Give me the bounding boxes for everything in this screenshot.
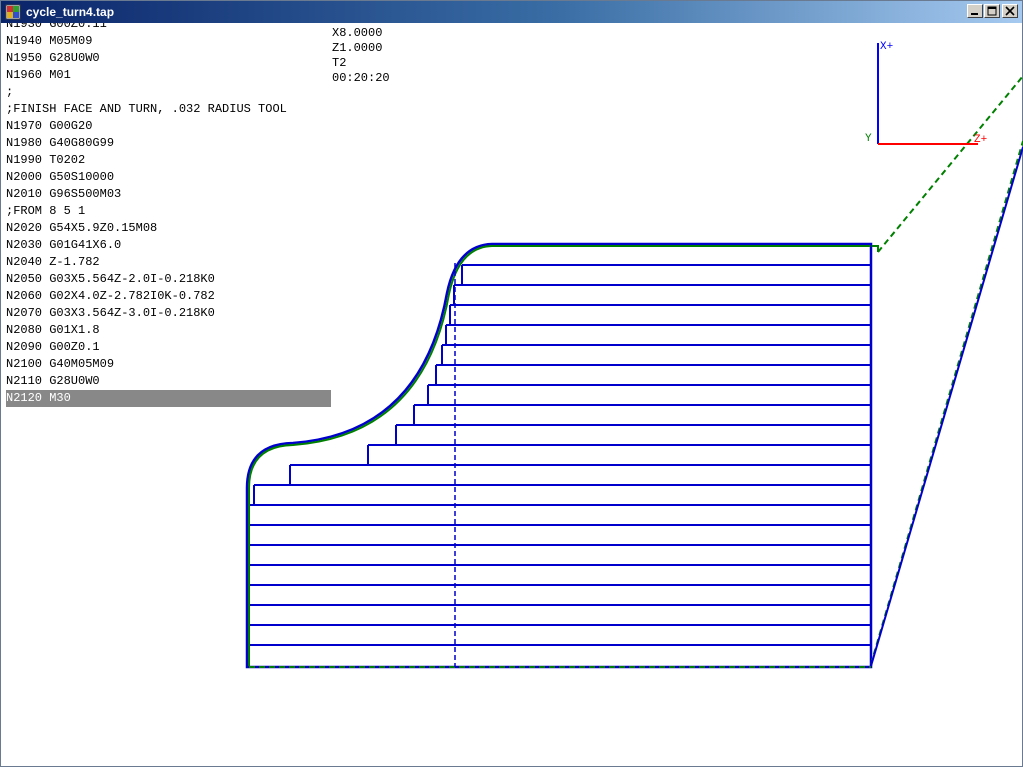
maximize-button[interactable]	[984, 4, 1000, 18]
axis-triad: X+ Y Z+	[865, 41, 987, 146]
roughing-passes	[248, 264, 871, 665]
code-line[interactable]: N1940 M05M09	[6, 33, 331, 50]
window-title: cycle_turn4.tap	[26, 5, 115, 19]
code-line[interactable]: N2090 G00Z0.1	[6, 339, 331, 356]
code-line[interactable]: N2000 G50S10000	[6, 169, 331, 186]
readout-time: 00:20:20	[332, 71, 390, 85]
code-line[interactable]: N1980 G40G80G99	[6, 135, 331, 152]
code-line[interactable]: N1960 M01	[6, 67, 331, 84]
axis-label-x: X+	[880, 41, 893, 53]
code-line[interactable]: N2030 G01G41X6.0	[6, 237, 331, 254]
readout-tool: T2	[332, 56, 347, 70]
position-readout: X8.0000 Z1.0000 T2 00:20:20	[332, 26, 390, 86]
code-line[interactable]: N1990 T0202	[6, 152, 331, 169]
app-window: cycle_turn4.tap X+ Y Z+ N1930 G00Z0.11 N…	[0, 0, 1023, 767]
code-line[interactable]: ;FINISH FACE AND TURN, .032 RADIUS TOOL	[6, 101, 331, 118]
title-bar[interactable]: cycle_turn4.tap	[1, 1, 1022, 23]
code-line[interactable]: N2080 G01X1.8	[6, 322, 331, 339]
readout-x: X8.0000	[332, 26, 383, 40]
part-profile	[245, 242, 873, 669]
code-line[interactable]: N2040 Z-1.782	[6, 254, 331, 271]
axis-label-y: Y	[865, 133, 872, 145]
code-line[interactable]: N2020 G54X5.9Z0.15M08	[6, 220, 331, 237]
minimize-button[interactable]	[967, 4, 983, 18]
readout-z: Z1.0000	[332, 41, 383, 55]
code-line[interactable]: N2070 G03X3.564Z-3.0I-0.218K0	[6, 305, 331, 322]
code-line[interactable]: N1970 G00G20	[6, 118, 331, 135]
program-listing[interactable]: N1930 G00Z0.11 N1940 M05M09 N1950 G28U0W0 N…	[6, 23, 331, 407]
rapid-retract	[877, 75, 1023, 253]
selected-code-line[interactable]: N2120 M30	[6, 390, 331, 407]
code-line[interactable]: N1950 G28U0W0	[6, 50, 331, 67]
finish-path	[248, 245, 879, 666]
code-line[interactable]: ;FROM 8 5 1	[6, 203, 331, 220]
maximize-icon	[987, 6, 997, 16]
code-line[interactable]: N2010 G96S500M03	[6, 186, 331, 203]
code-line[interactable]: ;	[6, 84, 331, 101]
code-line[interactable]: N2100 G40M05M09	[6, 356, 331, 373]
close-icon	[1005, 6, 1015, 16]
code-line[interactable]: N2110 G28U0W0	[6, 373, 331, 390]
code-line[interactable]: N2050 G03X5.564Z-2.0I-0.218K0	[6, 271, 331, 288]
close-button[interactable]	[1002, 4, 1018, 18]
feed-return	[870, 146, 1023, 667]
axis-label-z: Z+	[974, 134, 987, 146]
app-icon[interactable]	[5, 4, 21, 20]
code-line[interactable]: N1930 G00Z0.11	[6, 23, 331, 33]
minimize-icon	[971, 13, 978, 15]
code-line[interactable]: N2060 G02X4.0Z-2.782I0K-0.782	[6, 288, 331, 305]
viewport[interactable]: X+ Y Z+ N1930 G00Z0.11 N1940 M05M09 N1950 …	[2, 23, 1023, 767]
